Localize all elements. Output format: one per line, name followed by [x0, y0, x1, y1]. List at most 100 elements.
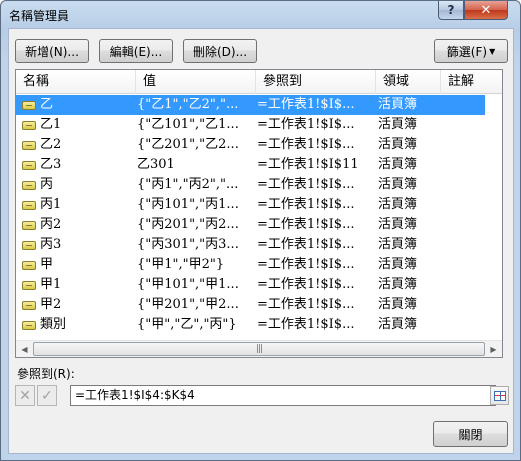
range-select-icon — [493, 390, 506, 401]
filter-button[interactable]: 篩選(F) ▼ — [434, 39, 508, 63]
refers-to-cell: =工作表1!$I$... — [257, 237, 355, 252]
cancel-edit-button[interactable]: ✕ — [15, 385, 35, 406]
list-item[interactable]: 乙2 {"乙201","乙2... =工作表1!$I$... 活頁簿 — [16, 135, 485, 155]
comment-cell — [444, 135, 484, 155]
named-range-icon — [22, 221, 36, 230]
refers-to-cell: =工作表1!$I$... — [257, 177, 355, 192]
comment-cell — [444, 215, 484, 235]
column-header-value[interactable]: 值 — [136, 70, 256, 94]
name-cell: 乙 — [22, 95, 134, 115]
scroll-right-icon[interactable]: ▶ — [485, 341, 502, 357]
value-cell: {"甲101","甲1... — [137, 277, 239, 292]
value-cell: {"乙201","乙2... — [137, 137, 239, 152]
comment-cell — [444, 315, 484, 335]
refers-to-cell: =工作表1!$I$11 — [257, 157, 359, 172]
list-item[interactable]: 丙1 {"丙101","丙1... =工作表1!$I$... 活頁簿 — [16, 195, 485, 215]
refers-to-input[interactable]: =工作表1!$I$4:$K$4 — [70, 385, 496, 406]
close-button-label: 關閉 — [458, 427, 483, 442]
close-button[interactable]: 關閉 — [433, 421, 508, 447]
name-text: 甲 — [40, 257, 54, 272]
value-cell: {"甲201","甲2... — [137, 297, 239, 312]
scroll-left-icon[interactable]: ◀ — [16, 341, 33, 357]
name-text: 乙3 — [40, 157, 62, 172]
comment-cell — [444, 95, 484, 115]
list-item[interactable]: 乙3 乙301 =工作表1!$I$11 活頁簿 — [16, 155, 485, 175]
name-text: 甲2 — [40, 297, 62, 312]
name-cell: 乙2 — [22, 135, 134, 155]
scope-cell: 活頁簿 — [378, 97, 418, 112]
confirm-edit-button[interactable]: ✓ — [37, 385, 57, 406]
value-cell: 乙301 — [137, 157, 175, 172]
name-cell: 乙3 — [22, 155, 134, 175]
refers-to-cell: =工作表1!$I$... — [257, 257, 355, 272]
comment-cell — [444, 115, 484, 135]
named-range-icon — [22, 261, 36, 270]
named-range-icon — [22, 181, 36, 190]
named-range-icon — [22, 321, 36, 330]
column-header-refers-to[interactable]: 參照到 — [256, 70, 376, 94]
help-button[interactable]: ? — [438, 1, 464, 20]
refers-to-label: 參照到(R): — [17, 367, 75, 381]
comment-cell — [444, 255, 484, 275]
value-cell: {"丙201","丙2... — [137, 217, 239, 232]
name-manager-window: 名稱管理員 ? ✕ 新增(N)... 編輯(E)... 刪除(D)... 篩選(… — [0, 0, 521, 461]
comment-cell — [444, 275, 484, 295]
value-cell: {"丙1","丙2","... — [137, 177, 239, 192]
names-list[interactable]: 名稱 值 參照到 領域 註解 乙 {"乙1","乙2","... =工作表1!$I$… — [15, 69, 503, 358]
comment-cell — [444, 155, 484, 175]
list-item[interactable]: 丙 {"丙1","丙2","... =工作表1!$I$... 活頁簿 — [16, 175, 485, 195]
title-bar[interactable]: 名稱管理員 ? ✕ — [1, 1, 520, 28]
list-item[interactable]: 丙2 {"丙201","丙2... =工作表1!$I$... 活頁簿 — [16, 215, 485, 235]
refers-to-cell: =工作表1!$I$... — [257, 97, 355, 112]
named-range-icon — [22, 281, 36, 290]
delete-button-label: 刪除(D)... — [192, 44, 248, 59]
scope-cell: 活頁簿 — [378, 217, 418, 232]
list-item[interactable]: 甲 {"甲1","甲2"} =工作表1!$I$... 活頁簿 — [16, 255, 485, 275]
scope-cell: 活頁簿 — [378, 277, 418, 292]
name-text: 丙2 — [40, 217, 62, 232]
dialog-body: 新增(N)... 編輯(E)... 刪除(D)... 篩選(F) ▼ 名稱 值 … — [8, 28, 514, 454]
named-range-icon — [22, 161, 36, 170]
value-cell: {"乙1","乙2","... — [137, 97, 239, 112]
list-item[interactable]: 甲2 {"甲201","甲2... =工作表1!$I$... 活頁簿 — [16, 295, 485, 315]
delete-button[interactable]: 刪除(D)... — [183, 39, 257, 63]
refers-to-cell: =工作表1!$I$... — [257, 277, 355, 292]
name-cell: 甲2 — [22, 295, 134, 315]
value-cell: {"甲","乙","丙"} — [137, 317, 237, 332]
value-cell: {"甲1","甲2"} — [137, 257, 225, 272]
value-cell: {"丙101","丙1... — [137, 197, 239, 212]
scope-cell: 活頁簿 — [378, 257, 418, 272]
new-button-label: 新增(N)... — [25, 44, 79, 59]
horizontal-scrollbar[interactable]: ◀ ||| ▶ — [16, 340, 502, 357]
list-item[interactable]: 乙 {"乙1","乙2","... =工作表1!$I$... 活頁簿 — [16, 95, 485, 115]
column-header-name[interactable]: 名稱 — [16, 70, 136, 94]
cancel-icon: ✕ — [19, 387, 31, 404]
column-header-comment[interactable]: 註解 — [441, 70, 502, 94]
scope-cell: 活頁簿 — [378, 177, 418, 192]
collapse-dialog-button[interactable] — [490, 386, 509, 405]
scrollbar-thumb[interactable]: ||| — [33, 342, 485, 356]
named-range-icon — [22, 101, 36, 110]
column-header-scope[interactable]: 領域 — [376, 70, 441, 94]
named-range-icon — [22, 301, 36, 310]
comment-cell — [444, 195, 484, 215]
check-icon: ✓ — [41, 387, 53, 404]
scope-cell: 活頁簿 — [378, 317, 418, 332]
name-cell: 乙1 — [22, 115, 134, 135]
new-button[interactable]: 新增(N)... — [15, 39, 89, 63]
close-icon: ✕ — [480, 2, 492, 18]
list-item[interactable]: 丙3 {"丙301","丙3... =工作表1!$I$... 活頁簿 — [16, 235, 485, 255]
refers-to-cell: =工作表1!$I$... — [257, 117, 355, 132]
name-text: 乙2 — [40, 137, 62, 152]
name-text: 甲1 — [40, 277, 62, 292]
name-text: 乙 — [40, 97, 54, 112]
edit-button[interactable]: 編輯(E)... — [99, 39, 173, 63]
named-range-icon — [22, 141, 36, 150]
window-close-button[interactable]: ✕ — [464, 1, 508, 20]
list-item[interactable]: 類別 {"甲","乙","丙"} =工作表1!$I$... 活頁簿 — [16, 315, 485, 335]
list-item[interactable]: 甲1 {"甲101","甲1... =工作表1!$I$... 活頁簿 — [16, 275, 485, 295]
name-text: 丙3 — [40, 237, 62, 252]
scope-cell: 活頁簿 — [378, 197, 418, 212]
list-item[interactable]: 乙1 {"乙101","乙1... =工作表1!$I$... 活頁簿 — [16, 115, 485, 135]
name-text: 丙1 — [40, 197, 62, 212]
